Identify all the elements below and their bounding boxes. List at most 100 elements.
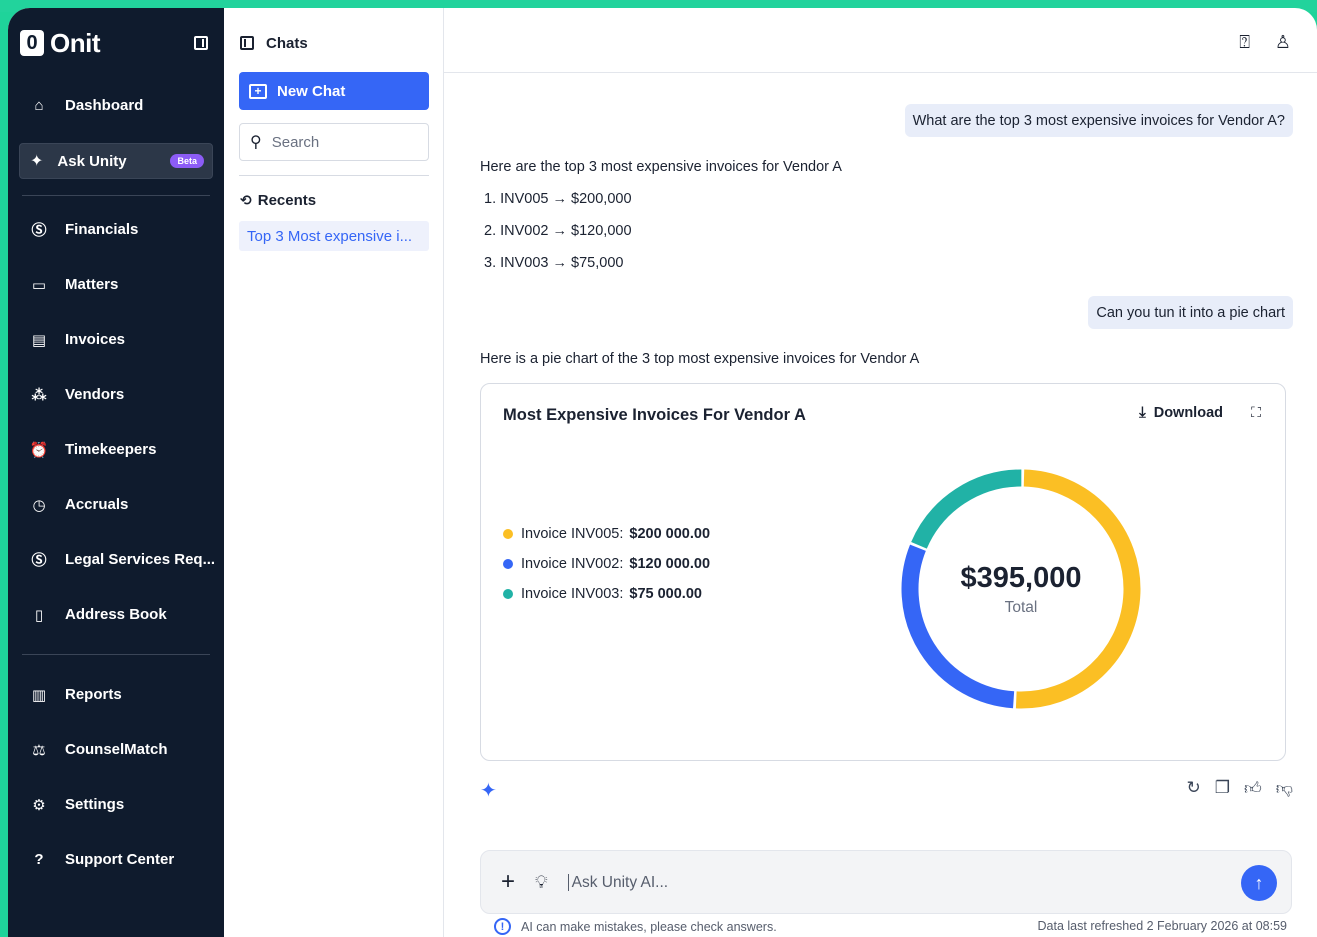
help-square-icon[interactable]: ⍰ <box>1239 32 1250 53</box>
donut-center: $395,000 Total <box>893 461 1149 717</box>
expand-icon[interactable]: ⛶ <box>1247 404 1265 420</box>
new-chat-button[interactable]: + New Chat <box>239 72 429 110</box>
search-placeholder: Search <box>271 133 320 151</box>
total-value: $395,000 <box>960 561 1082 594</box>
legend-name: Invoice INV003: <box>521 585 624 602</box>
sidebar-item-label: Timekeepers <box>65 441 157 458</box>
chats-title: Chats <box>266 34 308 52</box>
sidebar-item-label: Legal Services Req... <box>65 551 216 568</box>
disclaimer: ! AI can make mistakes, please check ans… <box>494 918 777 935</box>
sidebar-item-accruals[interactable]: ◷ Accruals <box>8 477 224 532</box>
legend-item: Invoice INV002: $120 000.00 <box>503 554 710 573</box>
history-icon: ⟲ <box>240 192 252 208</box>
lightbulb-icon[interactable]: 💡︎ <box>535 872 548 893</box>
copy-icon[interactable]: ❐ <box>1215 778 1230 799</box>
chart-legend: Invoice INV005: $200 000.00 Invoice INV0… <box>503 524 710 614</box>
search-icon: ⚲ <box>250 134 262 151</box>
recents-label: Recents <box>257 192 317 209</box>
legend-item: Invoice INV003: $75 000.00 <box>503 584 710 603</box>
alarm-clock-icon: ⏰ <box>29 441 49 459</box>
thumbs-down-icon[interactable]: 👎︎ <box>1276 778 1293 799</box>
send-button[interactable]: ↑ <box>1241 865 1277 901</box>
sidebar-item-counselmatch[interactable]: ⚖ CounselMatch <box>8 722 224 777</box>
app-window: 0 Onit ⌂ Dashboard ✦ Ask Unity Beta Ⓢ Fi… <box>8 8 1317 937</box>
sidebar-item-label: Support Center <box>65 851 175 868</box>
regenerate-icon[interactable]: ↻ <box>1186 778 1200 799</box>
sidebar-item-label: Dashboard <box>65 97 144 114</box>
sidebar-item-label: Settings <box>65 796 125 813</box>
sidebar-item-label: Reports <box>65 686 122 703</box>
chat-composer[interactable]: + 💡︎ Ask Unity AI... ↑ <box>480 850 1292 914</box>
dollar-circle-icon: Ⓢ <box>31 222 47 239</box>
sidebar-item-label: CounselMatch <box>65 741 168 758</box>
sidebar-item-timekeepers[interactable]: ⏰ Timekeepers <box>8 422 224 477</box>
document-icon: ▤ <box>31 331 47 349</box>
recents-header: ⟲ Recents <box>224 192 443 209</box>
chart-card: Most Expensive Invoices For Vendor A ⤓ D… <box>480 383 1286 761</box>
folder-icon: ▭ <box>31 276 47 294</box>
sidebar-item-matters[interactable]: ▭ Matters <box>8 257 224 312</box>
sparkle-icon: ✦ <box>480 780 497 802</box>
clock-icon: ◷ <box>32 496 46 514</box>
sidebar-item-label: Matters <box>65 276 119 293</box>
legend-dot <box>503 558 513 569</box>
sidebar-item-settings[interactable]: ⚙ Settings <box>8 777 224 832</box>
gear-icon: ⚙ <box>32 796 46 814</box>
sidebar-item-financials[interactable]: Ⓢ Financials <box>8 202 224 257</box>
legend-name: Invoice INV002: <box>521 555 624 572</box>
legend-value: $75 000.00 <box>629 585 702 602</box>
ai-list-item: 3. INV003 → $75,000 <box>484 255 624 271</box>
sidebar-item-legal-services[interactable]: Ⓢ Legal Services Req... <box>8 532 224 587</box>
legend-value: $120 000.00 <box>629 555 711 572</box>
thumbs-up-icon[interactable]: 👍︎ <box>1244 778 1262 799</box>
sidebar-item-vendors[interactable]: ⁂ Vendors <box>8 367 224 422</box>
people-icon: ⁂ <box>31 386 47 404</box>
logo-row: 0 Onit <box>8 8 224 78</box>
ai-message-intro: Here is a pie chart of the 3 top most ex… <box>480 351 920 367</box>
user-message: Can you tun it into a pie chart <box>1088 296 1293 329</box>
legend-value: $200 000.00 <box>629 525 711 542</box>
gavel-icon: ⚖ <box>32 741 46 759</box>
sidebar-item-support[interactable]: ? Support Center <box>8 832 224 887</box>
legend-dot <box>503 528 513 539</box>
download-icon: ⤓ <box>1139 404 1146 421</box>
ai-list-item: 2. INV002 → $120,000 <box>484 223 632 239</box>
sidebar-item-ask-unity[interactable]: ✦ Ask Unity Beta <box>19 143 213 179</box>
composer-input[interactable]: Ask Unity AI... <box>567 873 668 891</box>
ai-message-intro: Here are the top 3 most expensive invoic… <box>480 159 842 175</box>
sidebar-item-label: Accruals <box>65 496 129 513</box>
chats-header: Chats <box>224 8 443 78</box>
search-input[interactable]: ⚲ Search <box>239 123 429 161</box>
logo-mark: 0 <box>20 30 44 56</box>
sidebar-collapse-icon[interactable] <box>194 36 208 50</box>
download-label: Download <box>1153 404 1223 421</box>
sidebar-item-label: Financials <box>65 221 139 238</box>
download-button[interactable]: ⤓ Download <box>1139 404 1223 421</box>
sidebar-item-label: Ask Unity <box>57 152 127 170</box>
total-label: Total <box>1004 598 1038 616</box>
info-icon: ! <box>494 918 511 935</box>
user-icon[interactable]: ♙ <box>1275 32 1291 53</box>
recent-chat-item[interactable]: Top 3 Most expensive i... <box>239 221 429 251</box>
sidebar-item-label: Invoices <box>65 331 126 348</box>
sidebar-item-invoices[interactable]: ▤ Invoices <box>8 312 224 367</box>
dollar-circle-icon: Ⓢ <box>31 552 47 569</box>
sidebar: 0 Onit ⌂ Dashboard ✦ Ask Unity Beta Ⓢ Fi… <box>8 8 224 937</box>
legend-dot <box>503 588 513 599</box>
plus-square-icon: + <box>249 83 267 99</box>
sidebar-item-address-book[interactable]: ▯ Address Book <box>8 587 224 642</box>
sidebar-item-label: Vendors <box>65 386 125 403</box>
message-actions: ↻ ❐ 👍︎ 👎︎ <box>1186 778 1293 799</box>
plus-icon[interactable]: + <box>501 868 515 896</box>
ai-list-item: 1. INV005 → $200,000 <box>484 191 632 207</box>
sidebar-item-dashboard[interactable]: ⌂ Dashboard <box>8 78 224 133</box>
help-icon: ? <box>34 851 44 868</box>
sidebar-item-reports[interactable]: ▥ Reports <box>8 667 224 722</box>
panel-toggle-icon[interactable] <box>240 36 254 50</box>
sidebar-item-label: Address Book <box>65 606 167 623</box>
beta-badge: Beta <box>170 154 204 168</box>
bar-chart-icon: ▥ <box>31 686 47 704</box>
app-frame: 0 Onit ⌂ Dashboard ✦ Ask Unity Beta Ⓢ Fi… <box>0 0 1317 937</box>
new-chat-label: New Chat <box>277 82 346 100</box>
sparkle-icon: ✦ <box>30 153 44 170</box>
